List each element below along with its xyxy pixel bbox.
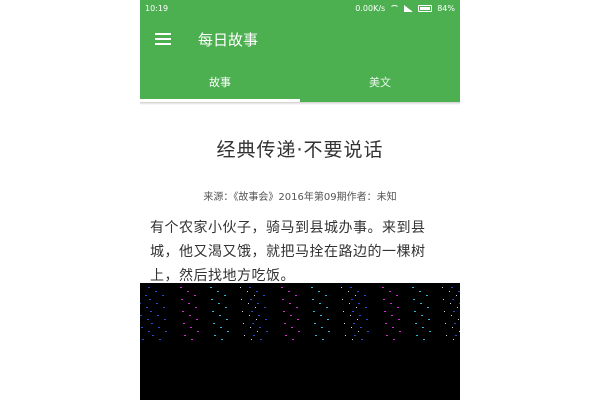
wifi-icon <box>390 4 400 12</box>
article-content[interactable]: 经典传递·不要说话 来源：《故事会》2016年第09期作者：未知 有个农家小伙子… <box>140 135 460 288</box>
status-indicators: 0.00K/s 84% <box>355 4 455 13</box>
glitch-scanline <box>140 319 460 320</box>
glitch-scanline <box>140 295 460 296</box>
article-title: 经典传递·不要说话 <box>216 139 384 161</box>
glitch-scanline <box>140 315 460 316</box>
network-speed: 0.00K/s <box>355 3 386 13</box>
menu-icon[interactable] <box>155 33 171 45</box>
tab-bar: 故事 美文 <box>140 62 460 102</box>
app-title: 每日故事 <box>198 30 259 49</box>
tab-essays-label: 美文 <box>369 76 391 89</box>
glitch-scanline <box>140 303 460 304</box>
glitch-scanline <box>140 339 460 340</box>
tab-stories[interactable]: 故事 <box>140 62 300 102</box>
glitch-scanline <box>140 307 460 308</box>
glitch-scanline <box>140 331 460 332</box>
article-body: 有个农家小伙子，骑马到县城办事。来到县城，他又渴又饿，就把马拴在路边的一棵树上，… <box>150 220 426 284</box>
tab-essays[interactable]: 美文 <box>300 62 460 102</box>
glitch-scanline <box>140 327 460 328</box>
app-bar-shadow <box>140 102 460 105</box>
glitch-scanline <box>140 311 460 312</box>
article-meta: 来源：《故事会》2016年第09期作者：未知 <box>203 192 397 203</box>
glitch-scanline <box>140 299 460 300</box>
render-glitch-area <box>140 283 460 400</box>
tab-stories-label: 故事 <box>209 76 231 89</box>
glitch-scanline <box>140 287 460 288</box>
glitch-scanline <box>140 291 460 292</box>
battery-level: 84% <box>437 3 455 13</box>
battery-icon <box>418 4 433 12</box>
glitch-scanline <box>140 323 460 324</box>
app-bar: 每日故事 <box>140 16 460 62</box>
status-time: 10:19 <box>145 3 169 13</box>
glitch-scanline <box>140 335 460 336</box>
signal-icon <box>404 4 414 12</box>
status-bar: 10:19 0.00K/s 84% <box>140 0 460 16</box>
phone-screen: 10:19 0.00K/s 84% 每日故事 故事 美文 经典传递·不要说话 来… <box>140 0 460 400</box>
